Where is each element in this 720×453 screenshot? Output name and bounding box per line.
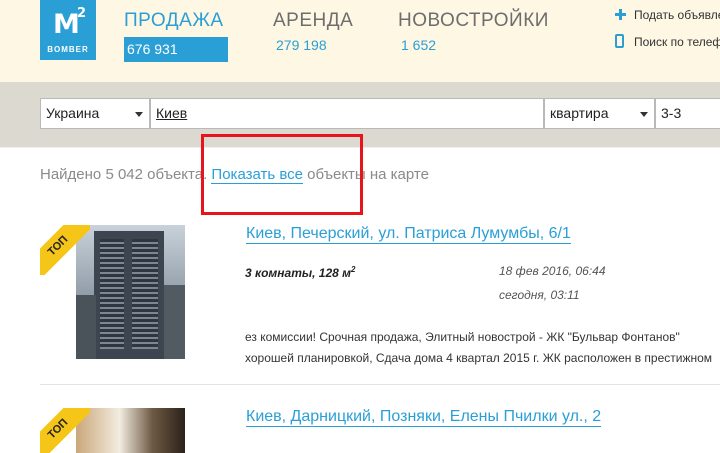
tab-rent[interactable]: АРЕНДА 279 198 xyxy=(273,10,354,53)
tab-sale[interactable]: ПРОДАЖА 676 931 xyxy=(124,10,228,62)
listing-photo[interactable] xyxy=(76,225,185,359)
tab-sale-count: 676 931 xyxy=(124,37,228,62)
top-badge: ТОП xyxy=(40,408,90,453)
logo[interactable]: M 2 BOMBER xyxy=(40,0,96,60)
listing-rooms-sup: 2 xyxy=(351,265,356,274)
logo-mark: M xyxy=(53,9,80,40)
plus-icon xyxy=(614,8,626,20)
country-select-value: Украина xyxy=(46,105,100,121)
listing-rooms-text: 3 комнаты, 128 м xyxy=(245,266,352,280)
listing-description-line: ез комиссии! Срочная продажа, Элитный но… xyxy=(245,330,680,344)
building-shape xyxy=(76,295,96,359)
tab-new-buildings-label: НОВОСТРОЙКИ xyxy=(398,10,549,31)
tab-new-buildings[interactable]: НОВОСТРОЙКИ 1 652 xyxy=(398,10,549,53)
listing-separator xyxy=(40,384,720,385)
chevron-down-icon xyxy=(135,112,143,117)
city-input[interactable]: Киев xyxy=(150,98,544,129)
listing-photo[interactable] xyxy=(76,408,185,453)
building-windows xyxy=(100,239,124,349)
tab-rent-label: АРЕНДА xyxy=(273,10,354,31)
property-type-value: квартира xyxy=(550,105,609,121)
building-windows xyxy=(132,239,158,349)
listing-rooms: 3 комнаты, 128 м2 xyxy=(245,265,356,280)
building-shape xyxy=(164,285,185,359)
logo-mark-sup: 2 xyxy=(77,6,87,21)
phone-search-link[interactable]: Поиск по телефону xyxy=(634,35,720,49)
top-badge-label: ТОП xyxy=(40,408,90,453)
top-badge-label: ТОП xyxy=(40,225,90,275)
listing-date-updated: сегодня, 03:11 xyxy=(499,288,580,302)
tab-new-buildings-count: 1 652 xyxy=(401,37,437,53)
logo-word: BOMBER xyxy=(47,45,89,54)
phone-icon xyxy=(615,34,624,48)
tab-sale-label: ПРОДАЖА xyxy=(124,10,224,31)
property-type-select[interactable]: квартира xyxy=(544,98,655,129)
tab-rent-count: 279 198 xyxy=(276,37,327,53)
site-header: M 2 BOMBER ПРОДАЖА 676 931 АРЕНДА 279 19… xyxy=(0,0,720,82)
listing-description-line: хорошей планировкой, Сдача дома 4 кварта… xyxy=(245,351,713,365)
rooms-select-value: 3-3 xyxy=(661,105,682,121)
listing-item: ТОП Киев, Печерский, ул. Патриса Лумумбы… xyxy=(40,225,720,375)
listing-description: ез комиссии! Срочная продажа, Элитный но… xyxy=(245,327,720,369)
chevron-down-icon xyxy=(640,112,648,117)
top-badge: ТОП xyxy=(40,225,90,275)
country-select[interactable]: Украина xyxy=(40,98,150,129)
listing-date-created: 18 фев 2016, 06:44 xyxy=(499,264,606,278)
listing-address-link[interactable]: Киев, Печерский, ул. Патриса Лумумбы, 6/… xyxy=(246,225,571,244)
listing-address-link[interactable]: Киев, Дарницкий, Позняки, Елены Пчилки у… xyxy=(246,408,602,427)
results-count: Найдено 5 042 объекта. xyxy=(40,166,208,183)
page: M 2 BOMBER ПРОДАЖА 676 931 АРЕНДА 279 19… xyxy=(0,0,720,453)
highlight-box xyxy=(201,134,363,215)
add-listing-link[interactable]: Подать объявление xyxy=(634,8,720,22)
rooms-select[interactable]: 3-3 xyxy=(655,98,720,129)
listing-item: ТОП Киев, Дарницкий, Позняки, Елены Пчил… xyxy=(40,408,720,453)
city-input-value: Киев xyxy=(156,105,188,121)
